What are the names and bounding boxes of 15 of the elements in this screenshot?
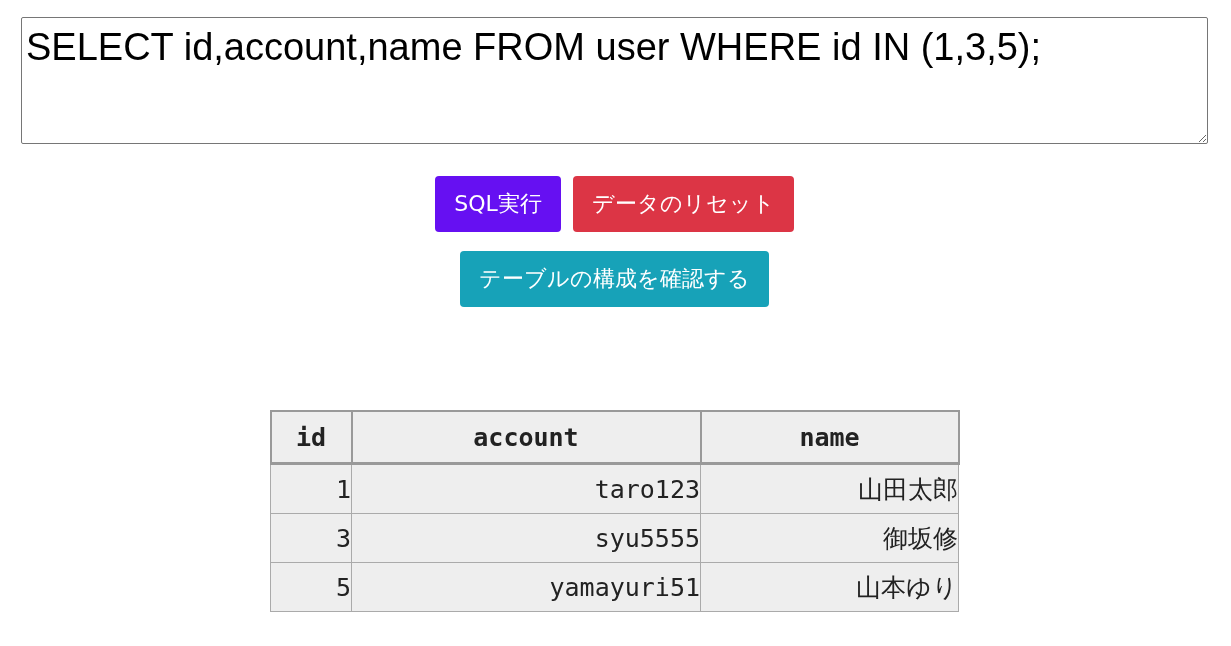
table-cell: 5 <box>270 562 352 612</box>
table-cell: 山田太郎 <box>700 463 959 514</box>
table-cell: yamayuri51 <box>351 562 701 612</box>
table-cell: taro123 <box>351 463 701 514</box>
table-cell: 1 <box>270 463 352 514</box>
run-button[interactable]: SQL実行 <box>435 176 561 232</box>
sql-input[interactable]: SELECT id,account,name FROM user WHERE id IN (1,3,5); <box>21 17 1208 144</box>
table-cell: syu5555 <box>351 513 701 563</box>
column-header: account <box>351 411 701 464</box>
table-cell: 山本ゆり <box>700 562 959 612</box>
column-header: id <box>270 411 352 464</box>
reset-button[interactable]: データのリセット <box>572 176 794 232</box>
column-header: name <box>700 411 959 464</box>
table-cell: 3 <box>270 513 352 563</box>
table-cell: 御坂修 <box>700 513 959 563</box>
